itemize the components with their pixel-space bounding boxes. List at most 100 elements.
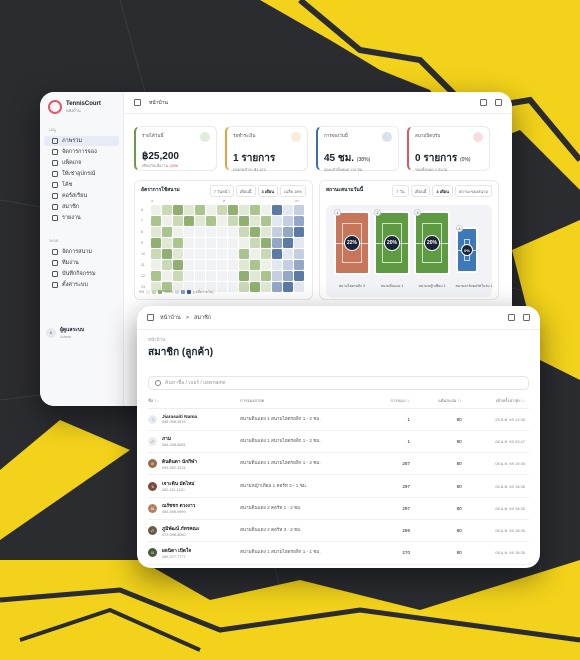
member-name[interactable]: ผลนิดา เปิดใจ	[162, 547, 191, 555]
heat-cell	[283, 216, 293, 226]
member-phone: 095-552-2221	[162, 465, 186, 470]
table-row[interactable]: ภ ภูมิพัฒน์ ภัทรคณะ 072-098-8080 สนามดินแดง…	[148, 519, 529, 543]
member-name[interactable]: ภูมิพัฒน์ ภัทรคณะ	[162, 525, 200, 533]
heat-cell	[217, 282, 227, 292]
stat-value-main: 1 รายการ	[233, 153, 276, 164]
heat-cell	[272, 282, 282, 292]
court-tile[interactable]: 3 20%	[414, 209, 450, 275]
table-row[interactable]: ภ ภาม 084-008-8081 สนามดินแดง 1 สนามไฮดรอลิ…	[148, 430, 529, 454]
column-header[interactable]: ชื่อ ↑↓	[148, 394, 240, 409]
user-role: Admin	[60, 334, 72, 339]
court-tile[interactable]: 1 22%	[334, 209, 370, 275]
sidebar-item[interactable]: จัดการสนาม	[44, 247, 119, 257]
member-name[interactable]: ดินดินดา นักกีฬา	[162, 458, 197, 466]
filter-chip[interactable]: 7 วันหน้า	[209, 185, 234, 197]
table-row[interactable]: ด ดินดินดา นักกีฬา 095-552-2221 สนามดินแดง …	[148, 452, 529, 476]
bell-icon[interactable]	[523, 314, 530, 321]
cell-last-visit: 08 ม.ค. 69 20:47	[465, 430, 529, 454]
sidebar-item[interactable]: บันทึกกิจกรรม	[44, 269, 119, 279]
column-header[interactable]: การจองล่าสุด	[240, 394, 370, 409]
sidebar-item[interactable]: สมาชิก	[44, 202, 119, 212]
heat-cell	[272, 205, 282, 215]
member-name[interactable]: ภาม	[162, 435, 186, 443]
nav-icon	[52, 282, 58, 288]
sidebar-item[interactable]: จัดการการจอง	[44, 147, 119, 157]
heat-cell	[272, 260, 282, 270]
heat-cell	[217, 205, 227, 215]
heat-cell	[217, 238, 227, 248]
filter-chip[interactable]: 7 วัน	[392, 185, 409, 197]
sidebar-item[interactable]: แพ็คเกจ	[44, 158, 119, 168]
table-row[interactable]: ณ ณรัชชร ตวงงาว 085-599-9999 สนามดินแดง 2 ค…	[148, 497, 529, 520]
crumb-home[interactable]: หน้าบ้าน	[160, 314, 181, 322]
user-profile[interactable]: ผ ผู้ดูแลระบบ Admin	[46, 326, 84, 339]
heat-cell	[294, 282, 304, 292]
brand-name: TennisCourt	[66, 100, 101, 107]
search-input[interactable]: ค้นหาชื่อ / เบอร์ / username	[148, 376, 529, 390]
filter-chip[interactable]: สถานะของสนาม	[454, 185, 492, 197]
member-phone: 089-377-7777	[162, 554, 186, 559]
heat-cell	[184, 260, 194, 270]
stat-card: รอชำระเงิน 1 รายการ ยอดรอชำระ ฿1,872	[225, 126, 308, 172]
table-row[interactable]: ผ ผลนิดา เปิดใจ 089-377-7777 สนามดินแดง 1 ส…	[148, 541, 529, 565]
filter-chip[interactable]: 3 เดือน	[432, 185, 453, 197]
sidebar-item[interactable]: รายงาน	[44, 213, 119, 223]
stat-value-pct: (0%)	[460, 157, 471, 163]
heat-cell	[173, 249, 183, 259]
heat-cell	[261, 282, 271, 292]
brand[interactable]: TennisCourt หลังบ้าน	[40, 92, 123, 122]
cell-points: 80	[414, 408, 466, 431]
stat-sub-text: จองแล้วทั้งหมด 119 ชม.	[324, 168, 364, 172]
stat-card: สนามปิดปรับ 0 รายการ (0%) ของทั้งหมด 4 สนา…	[407, 126, 490, 172]
sidebar-item-label: โค้ช	[62, 182, 73, 188]
sidebar-toggle-icon[interactable]	[147, 314, 154, 321]
sidebar-item[interactable]: ภาพรวม	[44, 136, 119, 146]
sidebar-item[interactable]: โค้ช	[44, 180, 119, 190]
sidebar-item[interactable]: ให้เช่าอุปกรณ์	[44, 169, 119, 179]
table-row[interactable]: จ เจาะดิน มัดไหม่ 080-111-1110 สนามหญ้าเทีย…	[148, 474, 529, 498]
filter-chip[interactable]: เดือนนี้	[410, 185, 431, 197]
member-text: ภาม 084-008-8081	[162, 435, 186, 447]
member-name[interactable]: ณรัชชร ตวงงาว	[162, 502, 195, 510]
column-header[interactable]: เข้าครั้งล่าสุด ↑↓	[465, 394, 529, 409]
cell-last-visit: 08 ม.ค. 69 18:36	[465, 474, 529, 498]
sidebar-item[interactable]: คอร์สเรียน	[44, 191, 119, 201]
cell-last-booking: สนามดินแดง 2 คอร์ท 1 - 2 ชม.	[240, 497, 370, 520]
usage-heatmap-panel: อัตราการใช้สนาม 7 วันหน้า เดือนนี้ 3 เดือน…	[134, 180, 313, 300]
avatar: ว	[148, 414, 157, 424]
column-header[interactable]: แต้มสะสม ↑↓	[414, 394, 466, 409]
heat-cell	[195, 227, 205, 237]
cell-booking-count: 1	[370, 430, 414, 454]
heat-cell	[162, 271, 172, 281]
theme-icon[interactable]	[480, 99, 487, 106]
stat-value-main: 0 รายการ	[415, 153, 458, 164]
heat-cell	[294, 260, 304, 270]
cell-points: 80	[414, 519, 466, 543]
heat-cell	[217, 249, 227, 259]
filter-chip[interactable]: เฉลี่ย 18%	[279, 185, 306, 197]
bell-icon[interactable]	[495, 99, 502, 106]
cell-last-booking: สนามหญ้าเทียม 1 คอร์ท 3 - 1 ชม.	[240, 474, 370, 498]
heat-cell	[206, 216, 216, 226]
court-tile[interactable]: 4 0%	[456, 225, 478, 273]
sidebar-item[interactable]: ทีมงาน	[44, 258, 119, 268]
theme-icon[interactable]	[508, 314, 515, 321]
court-number: 4	[456, 225, 463, 232]
member-name[interactable]: Jiarasaiti Nama	[162, 415, 197, 420]
cell-last-booking: สนามดินแดง 1 สนามไฮดรอลิก 1 - 2 ชม.	[240, 452, 370, 476]
filter-chip[interactable]: เดือนนี้	[235, 185, 256, 197]
sidebar-item[interactable]: ตั้งค่าระบบ	[44, 280, 119, 290]
members-table: ชื่อ ↑↓ การจองล่าสุด การจอง ↑↓ แต้มสะสม ↑↓ เ…	[148, 394, 529, 565]
court-tile[interactable]: 2 20%	[374, 209, 410, 275]
sidebar-toggle-icon[interactable]	[134, 99, 141, 106]
member-name[interactable]: เจาะดิน มัดไหม่	[162, 480, 194, 488]
filter-chip[interactable]: 3 เดือน	[257, 185, 278, 197]
breadcrumb: หน้าบ้าน > สมาชิก	[160, 314, 211, 322]
table-row[interactable]: ว Jiarasaiti Nama 098-998-3476 สนามดินแดง 1…	[148, 408, 529, 431]
stat-sub-text: เทียบกับเมื่อวาน	[142, 164, 169, 168]
column-header[interactable]: การจอง ↑↓	[370, 394, 414, 409]
stat-value-pct: (38%)	[356, 157, 371, 163]
heat-cell	[283, 238, 293, 248]
heat-cell	[228, 227, 238, 237]
member-phone: 084-008-8081	[162, 443, 186, 448]
